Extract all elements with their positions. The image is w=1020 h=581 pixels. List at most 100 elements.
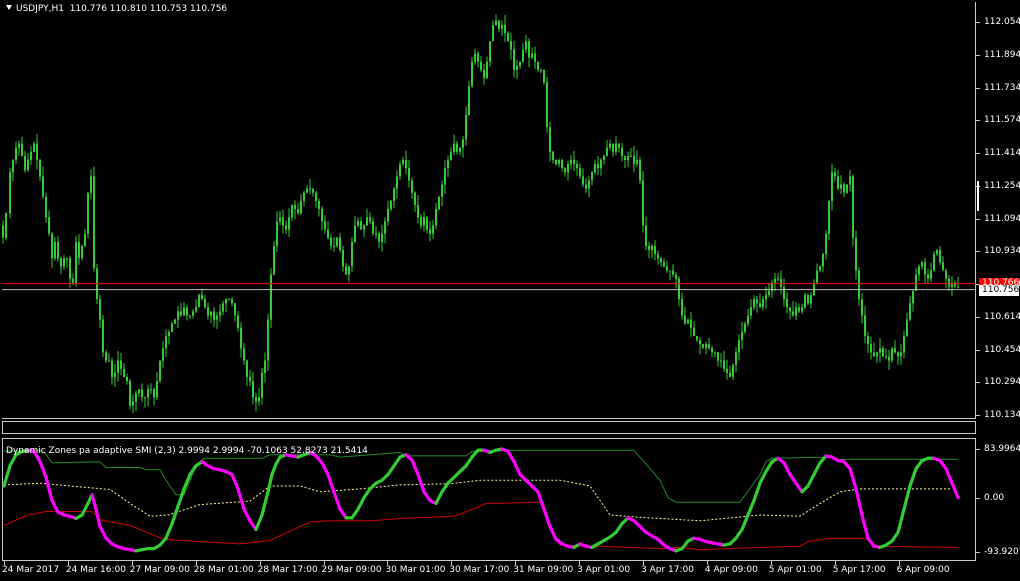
indicator-tick-mark — [976, 552, 980, 553]
smi-up-segment — [752, 481, 762, 503]
smi-down-segment — [38, 460, 48, 479]
price-tick-mark — [976, 153, 980, 154]
price-tick-label: 110.294 — [984, 377, 1020, 388]
price-tick-label: 111.894 — [984, 49, 1020, 60]
time-axis[interactable]: 24 Mar 2017 24 Mar 16:00 27 Mar 09:00 28 Ma… — [0, 561, 976, 581]
price-tick-label: 110.134 — [984, 410, 1020, 420]
time-tick-label: 30 Mar 17:00 — [449, 565, 510, 575]
price-tick-label: 111.254 — [984, 180, 1020, 191]
smi-down-segment — [90, 493, 98, 511]
smi-up-segment — [356, 496, 366, 511]
smi-up-segment — [260, 490, 270, 517]
smi-down-segment — [50, 498, 60, 514]
price-tick-mark — [976, 251, 980, 253]
indicator-title: Dynamic Zones pa adaptive SMI (2,3) 2.99… — [6, 446, 368, 456]
ohlc-values: 110.776 110.810 110.753 110.756 — [69, 4, 228, 14]
smi-up-segment — [812, 461, 822, 477]
price-tick-mark — [976, 22, 980, 23]
upper-zone-line — [3, 449, 958, 503]
price-tick-label: 111.414 — [984, 148, 1020, 158]
smi-down-segment — [536, 490, 546, 511]
smi-down-segment — [44, 475, 54, 503]
price-tick-mark — [976, 54, 980, 56]
indicator-tick-label: 83.9964 — [984, 444, 1020, 454]
indicator-tick-label: 0.00 — [984, 492, 1005, 503]
price-tick-mark — [976, 87, 980, 89]
smi-down-segment — [542, 507, 552, 529]
smi-down-segment — [854, 487, 864, 517]
smi-down-segment — [782, 461, 792, 477]
time-tick-label: 24 Mar 16:00 — [65, 565, 126, 575]
smi-down-segment — [236, 487, 246, 511]
smi-up-segment — [902, 484, 912, 511]
smi-up-segment — [270, 462, 278, 477]
lower-zone-line — [3, 501, 959, 551]
time-tick-label: 30 Mar 01:00 — [385, 565, 446, 575]
smi-down-segment — [548, 524, 558, 541]
smi-up-segment — [908, 467, 918, 488]
smi-down-segment — [944, 467, 954, 485]
indicator-tick-mark — [976, 497, 980, 499]
smi-up-segment — [740, 513, 750, 532]
time-tick-label: 27 Mar 09:00 — [129, 565, 190, 575]
smi-up-segment — [80, 501, 90, 517]
price-tick-mark — [976, 349, 980, 351]
time-tick-label: 5 Apr 01:00 — [768, 565, 822, 575]
indicator-canvas — [2, 447, 960, 553]
symbol-label: USDJPY,H1 — [16, 4, 64, 14]
smi-up-segment — [176, 487, 186, 508]
time-tick-label: 31 Mar 09:00 — [513, 565, 574, 575]
price-tick-label: 110.934 — [984, 246, 1020, 257]
smi-down-segment — [512, 460, 522, 477]
smi-down-segment — [410, 458, 420, 477]
price-tick-label: 110.614 — [984, 311, 1020, 322]
chevron-down-icon[interactable] — [6, 5, 12, 10]
price-tick-label: 110.454 — [984, 344, 1020, 355]
time-tick-label: 24 Mar 2017 — [2, 565, 60, 575]
smi-down-segment — [326, 472, 336, 494]
price-tick-label: 111.734 — [984, 82, 1020, 93]
smi-up-segment — [434, 490, 444, 506]
smi-down-segment — [332, 490, 342, 511]
price-tick-label: 112.054 — [984, 17, 1020, 27]
chart-scroll-marker — [977, 181, 979, 211]
price-tick-label: 111.094 — [984, 213, 1020, 224]
smi-up-segment — [896, 507, 906, 534]
price-tick-mark — [976, 120, 980, 122]
price-tick-label: 111.574 — [984, 115, 1020, 126]
smi-down-segment — [848, 467, 858, 491]
smi-down-segment — [416, 472, 426, 494]
time-tick-label: 4 Apr 09:00 — [704, 565, 758, 575]
smi-up-segment — [746, 498, 756, 517]
time-tick-label: 5 Apr 17:00 — [832, 565, 886, 575]
time-tick-label: 3 Apr 17:00 — [641, 565, 694, 575]
smi-down-segment — [320, 461, 330, 477]
smi-down-segment — [950, 481, 960, 500]
time-tick-label: 6 Apr 09:00 — [896, 565, 950, 575]
smi-down-segment — [230, 472, 240, 491]
smi-down-segment — [860, 513, 870, 540]
smi-up-segment — [2, 464, 12, 488]
smi-up-segment — [266, 472, 274, 494]
smi-down-segment — [242, 507, 252, 523]
indicator-axis[interactable]: 83.9964 0.00 -93.9207 — [976, 438, 1020, 562]
smi-up-segment — [164, 522, 174, 540]
smi-down-segment — [94, 507, 102, 529]
indicator-tick-label: -93.9207 — [984, 547, 1020, 557]
bid-price-label: 110.756 — [979, 284, 1019, 296]
smi-up-segment — [254, 513, 264, 532]
smi-up-segment — [170, 504, 180, 526]
smi-down-segment — [98, 524, 108, 540]
smi-up-segment — [806, 472, 816, 488]
chart-title: USDJPY,H1 110.776 110.810 110.753 110.75… — [6, 4, 227, 14]
time-tick-label: 3 Apr 01:00 — [577, 565, 631, 575]
price-tick-mark — [976, 316, 980, 318]
price-axis[interactable]: 112.054 111.894 111.734 111.574 111.414 111.2… — [976, 0, 1020, 420]
smi-up-segment — [764, 460, 774, 474]
time-tick-label: 29 Mar 09:00 — [321, 565, 382, 575]
price-tick-mark — [976, 415, 980, 416]
smi-down-segment — [506, 449, 516, 464]
indicator-tick-mark — [976, 449, 980, 450]
time-tick-label: 28 Mar 17:00 — [257, 565, 318, 575]
smi-up-segment — [8, 453, 18, 468]
